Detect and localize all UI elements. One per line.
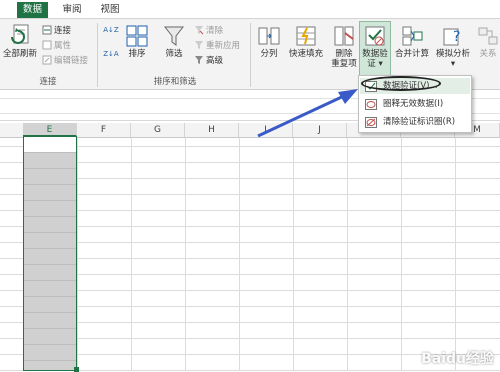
advanced-filter-button[interactable]: 高级 bbox=[194, 55, 223, 67]
reapply-icon bbox=[195, 41, 203, 49]
column-header-f[interactable]: F bbox=[77, 123, 131, 137]
menu-item-clear-validation-circles[interactable]: 清除验证标识圈(R) bbox=[360, 114, 470, 130]
remove-duplicates-icon bbox=[334, 26, 354, 46]
sort-ascending-button[interactable]: A↓Z bbox=[103, 25, 119, 35]
annotation-ellipse bbox=[361, 76, 441, 91]
clear-filter-icon bbox=[195, 26, 204, 35]
consolidate-button[interactable]: 合并计算 bbox=[393, 25, 431, 59]
column-header-i[interactable]: I bbox=[239, 123, 293, 137]
sort-button[interactable]: 排序 bbox=[123, 25, 151, 59]
flash-fill-icon bbox=[296, 26, 316, 46]
consolidate-label: 合并计算 bbox=[394, 49, 429, 59]
column-header-e[interactable]: E bbox=[23, 123, 77, 137]
flash-fill-label: 快速填充 bbox=[288, 49, 323, 59]
sort-descending-button[interactable]: Z↓A bbox=[103, 49, 119, 59]
properties-button[interactable]: 属性 bbox=[42, 40, 71, 52]
refresh-all-icon bbox=[11, 24, 29, 44]
edit-links-label: 编辑链接 bbox=[54, 56, 89, 66]
menu-item-label: 清除验证标识圈(R) bbox=[383, 117, 456, 127]
filter-funnel-icon bbox=[164, 26, 184, 46]
edit-links-button[interactable]: 编辑链接 bbox=[42, 55, 88, 67]
connections-icon bbox=[42, 25, 52, 35]
reapply-label: 重新应用 bbox=[206, 41, 241, 51]
remove-duplicates-label-2: 重复项 bbox=[331, 59, 357, 69]
data-validation-label-1: 数据验 bbox=[362, 49, 388, 59]
text-to-columns-label: 分列 bbox=[260, 49, 278, 59]
data-validation-button-content[interactable]: 数据验 证 ▾ bbox=[359, 25, 391, 69]
column-header-h[interactable]: H bbox=[185, 123, 239, 137]
relationships-icon bbox=[478, 27, 498, 45]
selected-column-e[interactable] bbox=[23, 136, 77, 372]
circle-invalid-icon bbox=[365, 99, 377, 110]
filter-button[interactable]: 筛选 bbox=[160, 25, 188, 59]
text-to-columns-icon bbox=[258, 27, 280, 45]
group-label-connections: 连接 bbox=[39, 77, 57, 87]
data-validation-icon bbox=[365, 26, 385, 46]
properties-label: 属性 bbox=[54, 41, 72, 51]
active-cell[interactable] bbox=[24, 137, 76, 152]
relationships-label: 关系 bbox=[479, 49, 497, 59]
tab-view[interactable]: 视图 bbox=[96, 2, 124, 18]
clear-circles-icon bbox=[365, 117, 377, 128]
group-divider bbox=[250, 23, 251, 87]
edit-links-icon bbox=[42, 55, 52, 65]
refresh-all-button[interactable]: 全部刷新 bbox=[0, 23, 40, 59]
ribbon-tab-bar: 数据 审阅 视图 bbox=[0, 0, 500, 19]
relationships-button[interactable]: 关系 bbox=[476, 25, 500, 59]
group-label-sort-filter: 排序和筛选 bbox=[153, 77, 197, 87]
data-validation-label-2: 证 ▾ bbox=[367, 59, 383, 69]
svg-text:?: ? bbox=[453, 29, 460, 45]
tab-data[interactable]: 数据 bbox=[17, 2, 48, 18]
advanced-filter-icon bbox=[195, 56, 203, 64]
remove-duplicates-button[interactable]: 删除 重复项 bbox=[330, 25, 358, 69]
sort-dialog-icon bbox=[126, 25, 148, 47]
flash-fill-button[interactable]: 快速填充 bbox=[286, 25, 326, 59]
connections-button[interactable]: 连接 bbox=[42, 25, 71, 37]
consolidate-icon bbox=[402, 26, 423, 46]
group-divider bbox=[97, 23, 98, 87]
selected-range bbox=[24, 152, 76, 372]
sort-descending-icon: Z↓A bbox=[103, 50, 119, 58]
menu-item-label: 圈释无效数据(I) bbox=[383, 99, 444, 109]
what-if-analysis-button[interactable]: ? 模拟分析 ▾ bbox=[433, 25, 473, 69]
refresh-all-label: 全部刷新 bbox=[2, 49, 37, 59]
clear-filter-button[interactable]: 清除 bbox=[194, 25, 223, 37]
menu-item-circle-invalid-data[interactable]: 圈释无效数据(I) bbox=[360, 96, 470, 112]
tab-review[interactable]: 审阅 bbox=[58, 2, 86, 18]
what-if-analysis-label: 模拟分析 bbox=[435, 49, 470, 59]
filter-label: 筛选 bbox=[165, 49, 183, 59]
connections-label: 连接 bbox=[54, 26, 72, 36]
clear-filter-label: 清除 bbox=[206, 26, 224, 36]
what-if-dropdown-arrow: ▾ bbox=[450, 59, 456, 69]
remove-duplicates-label-1: 删除 bbox=[335, 49, 353, 59]
sort-label: 排序 bbox=[128, 49, 146, 59]
column-header-j[interactable]: J bbox=[293, 123, 347, 137]
advanced-filter-label: 高级 bbox=[206, 56, 224, 66]
reapply-button[interactable]: 重新应用 bbox=[194, 40, 240, 52]
fill-handle[interactable] bbox=[74, 367, 79, 372]
column-header-g[interactable]: G bbox=[131, 123, 185, 137]
what-if-analysis-icon: ? bbox=[443, 28, 460, 46]
watermark: Baidu经验 bbox=[421, 351, 494, 367]
text-to-columns-button[interactable]: 分列 bbox=[256, 25, 282, 59]
sort-ascending-icon: A↓Z bbox=[103, 26, 119, 34]
properties-icon bbox=[42, 40, 52, 50]
